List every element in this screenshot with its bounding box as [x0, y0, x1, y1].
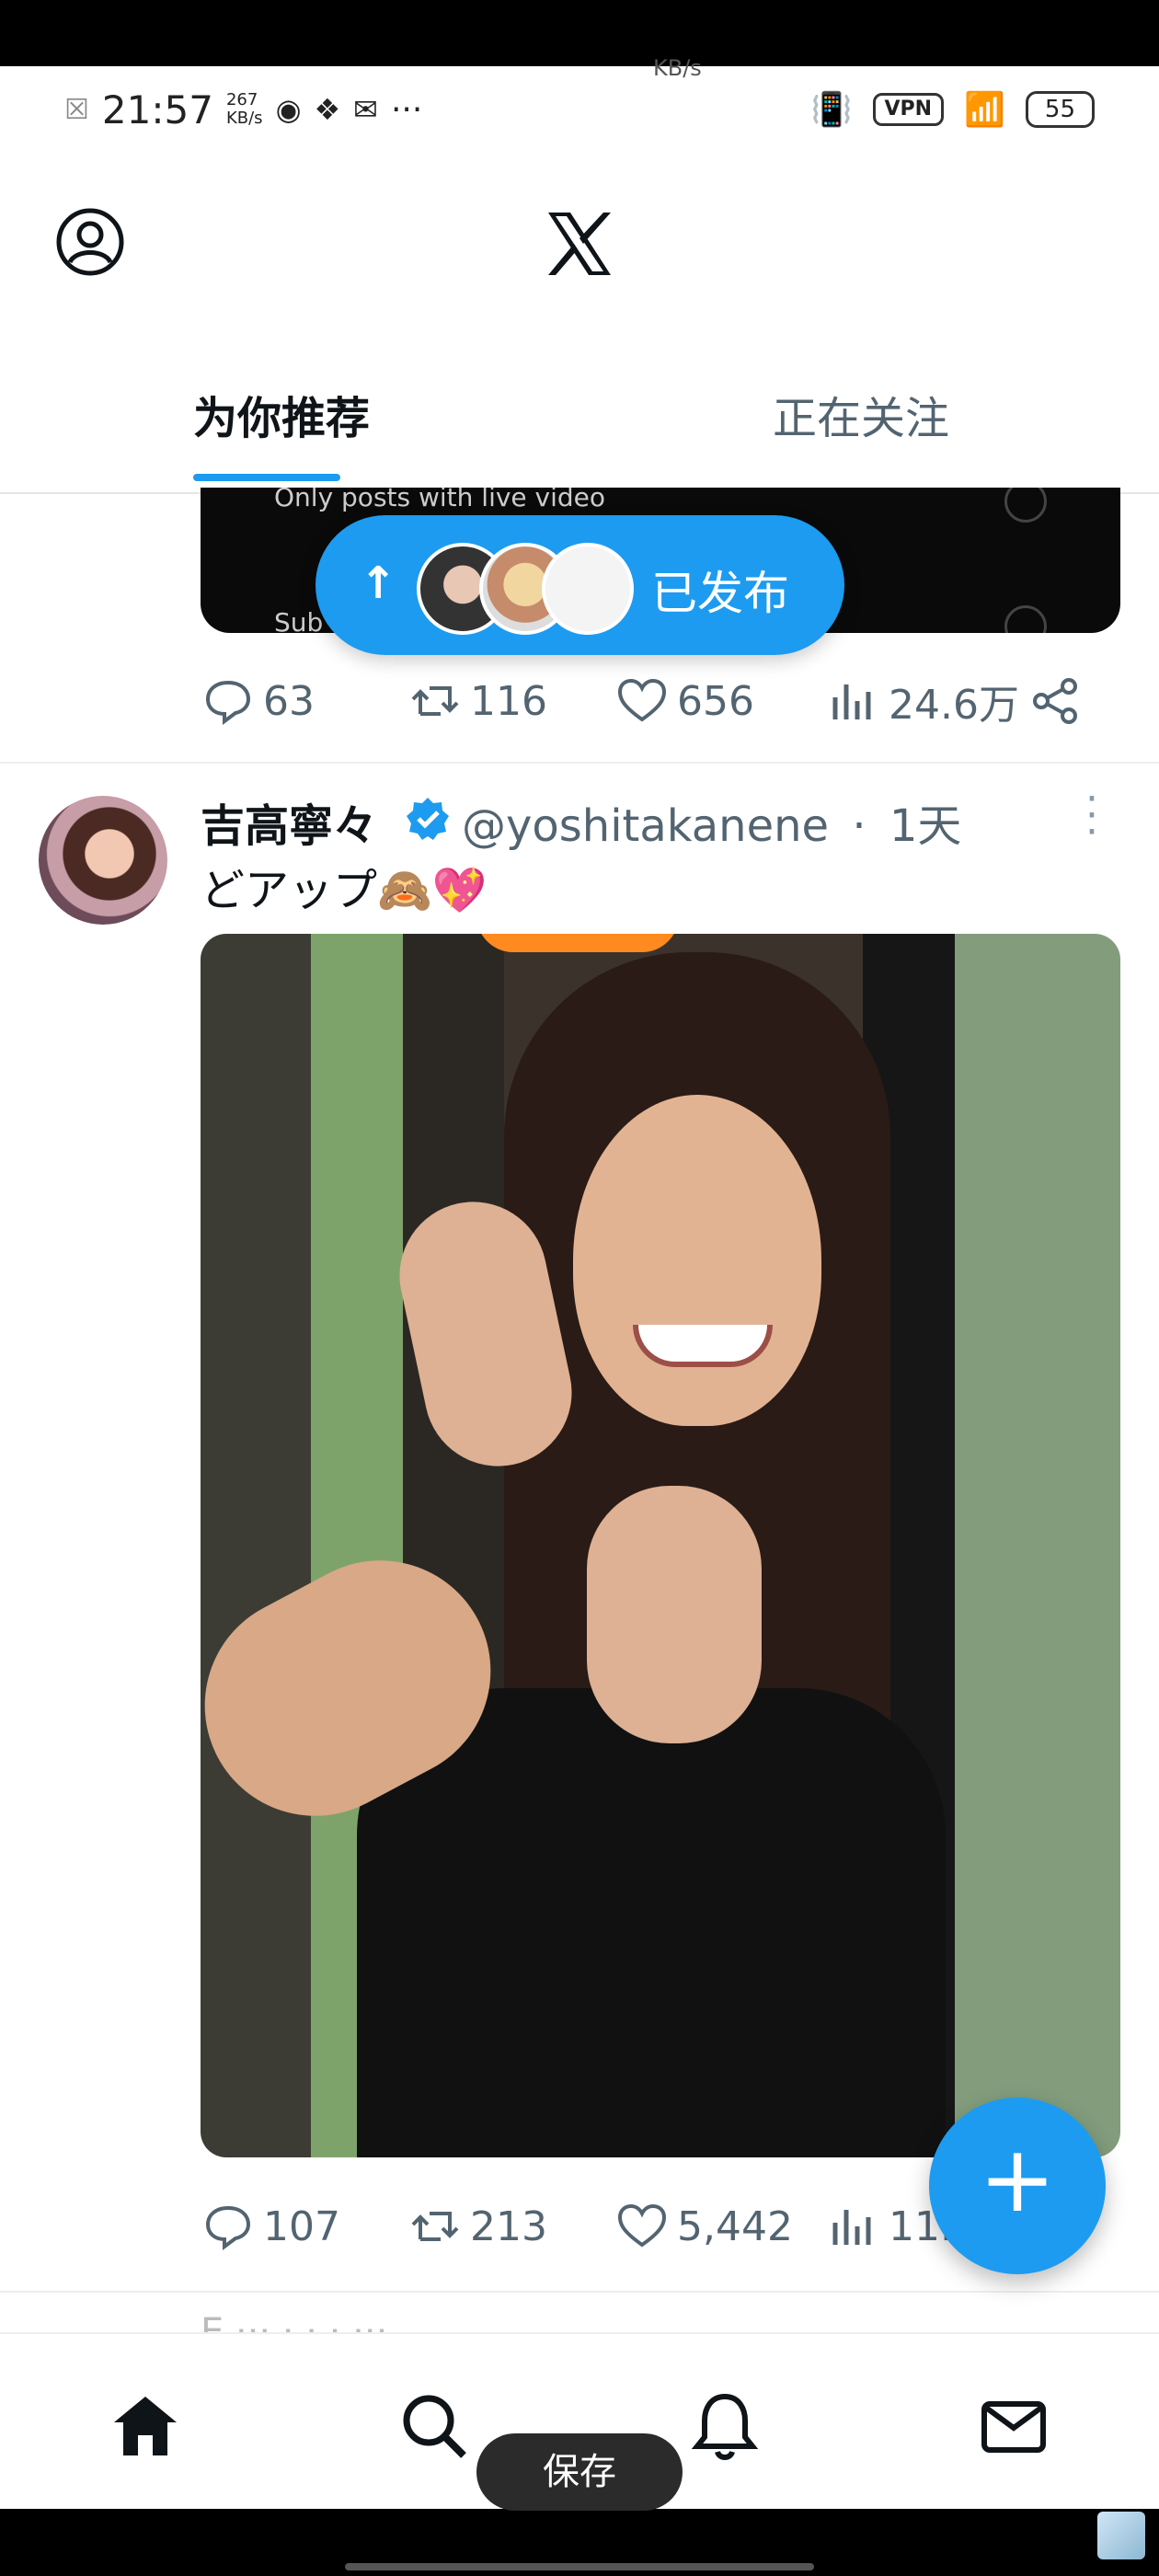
vpn-badge: VPN	[872, 93, 945, 126]
more-notifications: ···	[390, 90, 423, 129]
reply-icon	[205, 680, 251, 725]
plus-icon: +	[979, 2125, 1056, 2233]
avatar	[542, 543, 634, 635]
reply-icon	[205, 2205, 251, 2250]
heart-icon	[617, 2203, 667, 2248]
views-icon	[832, 684, 871, 719]
messages-icon[interactable]	[977, 2389, 1050, 2463]
app-notification-icon-2: ❖	[314, 92, 341, 127]
active-tab-indicator	[193, 474, 340, 481]
tab-for-you[interactable]: 为你推荐	[193, 382, 370, 446]
repost-count: 213	[470, 2202, 547, 2250]
like-button[interactable]: 656	[614, 673, 754, 729]
radio-icon	[1004, 488, 1047, 523]
previous-post-actions: 63 116 656 24.6万	[201, 664, 1084, 738]
post-time: 1天	[889, 800, 962, 852]
post-divider	[0, 2291, 1159, 2293]
post-image[interactable]	[201, 934, 1120, 2157]
top-app-bar	[0, 175, 1159, 313]
status-bar: ☒ 21:57 267 KB/s ◉ ❖ ✉ ··· 📳 VPN 📶 55	[0, 77, 1159, 142]
like-count: 5,442	[677, 2202, 793, 2250]
net-speed: 267 KB/s	[225, 90, 263, 128]
author-avatar[interactable]	[39, 796, 167, 925]
x-logo-icon	[548, 213, 611, 275]
reply-button[interactable]: 63	[201, 673, 315, 729]
notifications-icon[interactable]	[688, 2389, 762, 2463]
author-name[interactable]: 吉高寧々	[201, 789, 377, 854]
repost-button[interactable]: 116	[407, 673, 547, 729]
like-button[interactable]: 5,442	[614, 2199, 793, 2254]
repost-button[interactable]: 213	[407, 2199, 547, 2254]
mail-notification-icon: ✉	[353, 92, 378, 127]
home-icon[interactable]	[109, 2389, 182, 2463]
author-handle[interactable]: @yoshitakanene · 1天	[462, 789, 961, 854]
share-icon[interactable]	[1028, 673, 1084, 729]
next-post-peek: E ··· · · · ···	[201, 2311, 388, 2333]
repost-icon	[411, 2212, 459, 2241]
verified-badge-icon	[407, 798, 449, 840]
reply-button[interactable]: 107	[201, 2199, 340, 2254]
views-button[interactable]: 24.6万	[826, 672, 1019, 730]
media-caption-top: Only posts with live video	[274, 488, 606, 512]
status-time: 21:57	[101, 86, 213, 132]
search-icon[interactable]	[397, 2389, 471, 2463]
radio-icon	[1004, 605, 1047, 633]
media-caption-bottom: Sub	[274, 607, 324, 633]
views-icon	[832, 2210, 871, 2245]
app-notification-icon: ◉	[275, 92, 302, 127]
like-count: 656	[677, 677, 754, 725]
tab-following[interactable]: 正在关注	[773, 382, 949, 446]
repost-count: 116	[470, 677, 547, 725]
post-text: どアップ🙈💖	[201, 865, 488, 916]
feed-tabs: 为你推荐 正在关注	[0, 354, 1159, 494]
heart-icon	[617, 678, 667, 722]
gesture-home-bar[interactable]	[345, 2563, 814, 2570]
repost-icon	[411, 686, 459, 716]
sim-icon: ☒	[64, 93, 89, 126]
arrow-up-icon: ↑	[360, 558, 397, 609]
compose-button[interactable]: +	[929, 2098, 1106, 2274]
save-button[interactable]: 保存	[476, 2433, 683, 2511]
reply-count: 107	[263, 2202, 340, 2250]
post-more-options[interactable]: · · ·	[1085, 779, 1098, 853]
vibrate-icon: 📳	[810, 91, 853, 129]
post-divider	[0, 762, 1159, 764]
views-count: 24.6万	[889, 682, 1019, 729]
reply-count: 63	[263, 677, 315, 725]
new-posts-pill[interactable]: ↑ 已发布	[316, 515, 844, 655]
wifi-icon: 📶	[964, 91, 1005, 129]
profile-icon[interactable]	[55, 207, 125, 277]
battery-indicator: 55	[1025, 91, 1095, 128]
app-thumbnail-icon	[1097, 2512, 1145, 2559]
new-posts-label: 已发布	[651, 567, 789, 620]
